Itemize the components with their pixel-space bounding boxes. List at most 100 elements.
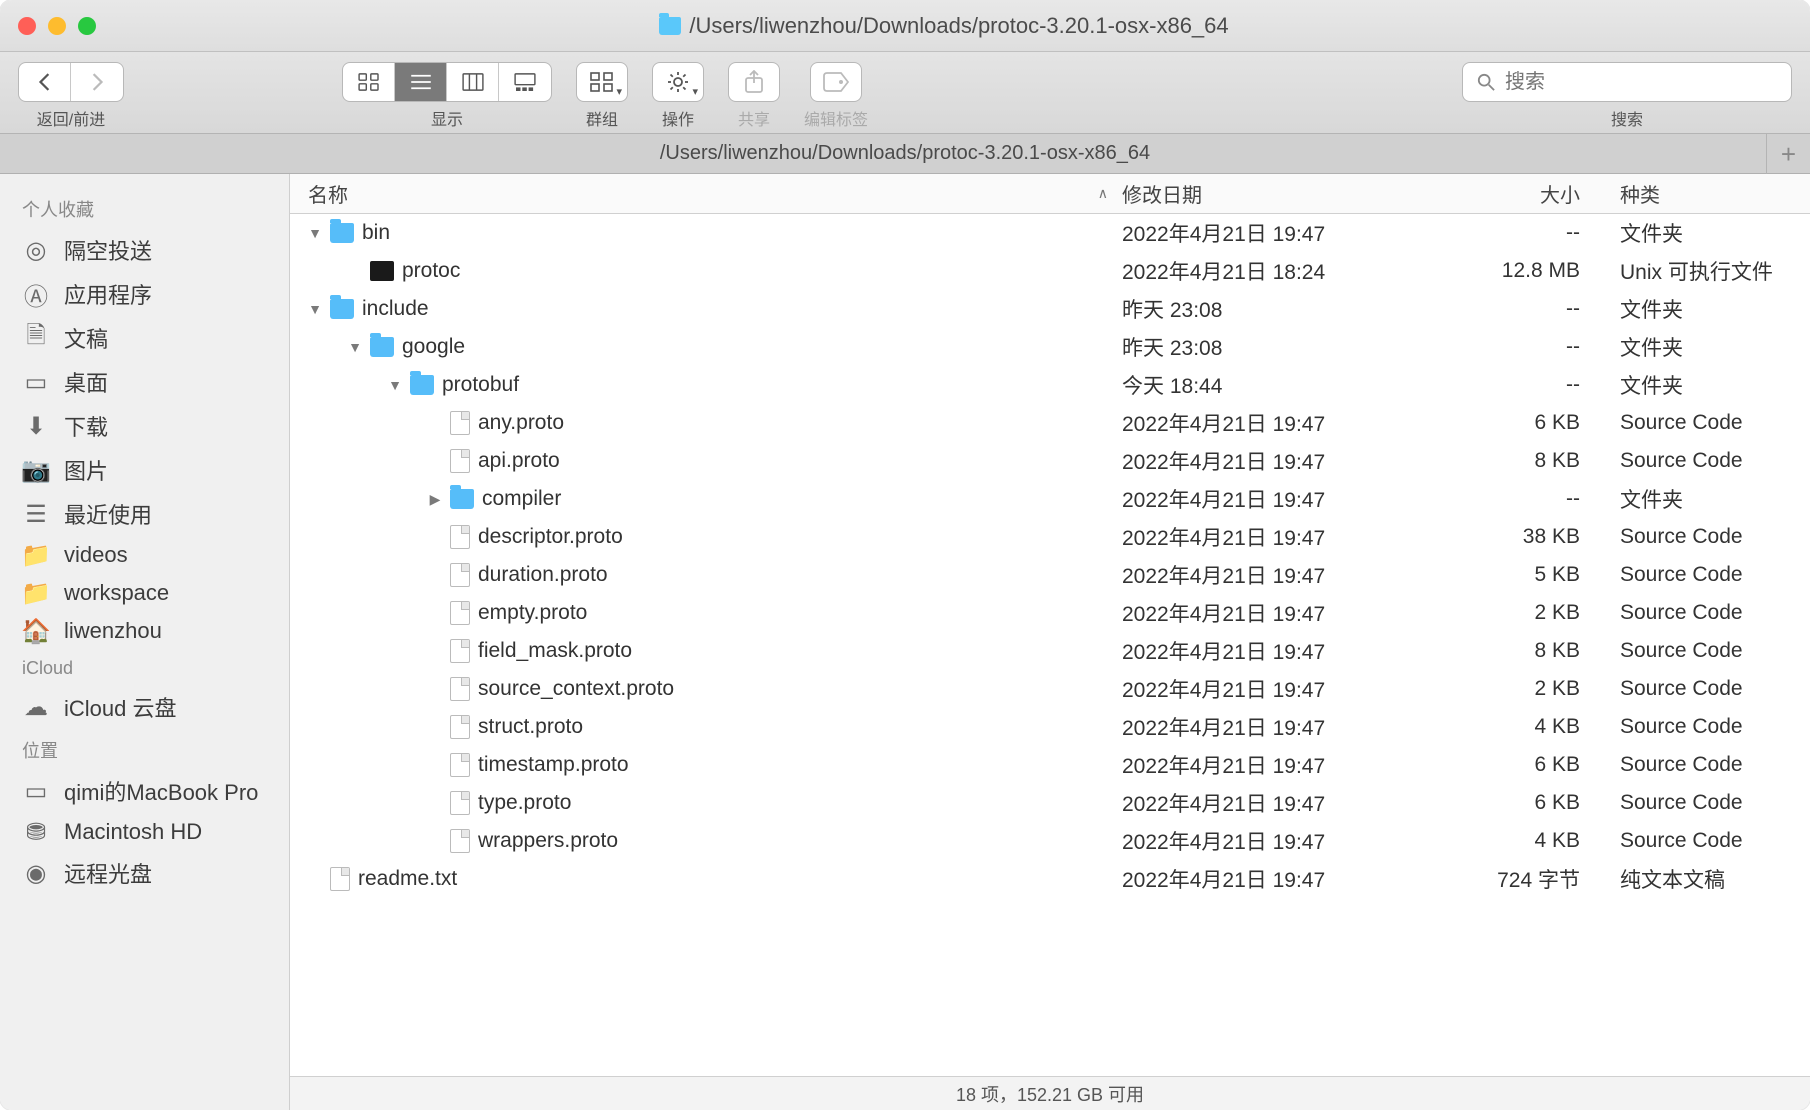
sidebar-item-label: 图片 [64, 454, 108, 486]
file-size: -- [1438, 297, 1606, 321]
file-list: 名称∧ 修改日期 大小 种类 ▼bin2022年4月21日 19:47--文件夹… [290, 174, 1810, 1110]
file-kind: Source Code [1606, 753, 1810, 777]
col-kind-header[interactable]: 种类 [1606, 179, 1810, 208]
sidebar-item-图片[interactable]: 📷图片 [0, 448, 289, 492]
gallery-view-button[interactable] [499, 63, 551, 101]
disclosure-triangle-icon[interactable]: ▼ [308, 225, 322, 241]
file-row[interactable]: protoc2022年4月21日 18:2412.8 MBUnix 可执行文件 [290, 252, 1810, 290]
file-row[interactable]: ▼bin2022年4月21日 19:47--文件夹 [290, 214, 1810, 252]
folder-icon [330, 299, 354, 319]
folder-icon [410, 375, 434, 395]
forward-button[interactable] [71, 63, 123, 101]
titlebar: /Users/liwenzhou/Downloads/protoc-3.20.1… [0, 0, 1810, 52]
list-view-button[interactable] [395, 63, 447, 101]
file-row[interactable]: readme.txt2022年4月21日 19:47724 字节纯文本文稿 [290, 860, 1810, 898]
group-button[interactable]: ▾ [576, 62, 628, 102]
share-button[interactable] [728, 62, 780, 102]
search-input[interactable] [1505, 71, 1777, 94]
sidebar-item-桌面[interactable]: ▭桌面 [0, 360, 289, 404]
sidebar-item-远程光盘[interactable]: ◉远程光盘 [0, 851, 289, 895]
file-icon [450, 791, 470, 815]
file-kind: Source Code [1606, 563, 1810, 587]
file-date: 2022年4月21日 19:47 [1122, 446, 1438, 476]
sidebar-item-label: 桌面 [64, 366, 108, 398]
file-row[interactable]: any.proto2022年4月21日 19:476 KBSource Code [290, 404, 1810, 442]
sidebar-item-最近使用[interactable]: ☰最近使用 [0, 492, 289, 536]
file-row[interactable]: ▼protobuf今天 18:44--文件夹 [290, 366, 1810, 404]
file-row[interactable]: wrappers.proto2022年4月21日 19:474 KBSource… [290, 822, 1810, 860]
tab-title[interactable]: /Users/liwenzhou/Downloads/protoc-3.20.1… [660, 142, 1150, 165]
sidebar-favorites-header: 个人收藏 [0, 188, 289, 228]
file-kind: Source Code [1606, 791, 1810, 815]
column-view-button[interactable] [447, 63, 499, 101]
sidebar-item-隔空投送[interactable]: ◎隔空投送 [0, 228, 289, 272]
file-name: wrappers.proto [478, 829, 618, 853]
file-size: 38 KB [1438, 525, 1606, 549]
file-icon [450, 829, 470, 853]
sidebar-item-liwenzhou[interactable]: 🏠liwenzhou [0, 612, 289, 650]
file-row[interactable]: api.proto2022年4月21日 19:478 KBSource Code [290, 442, 1810, 480]
file-row[interactable]: source_context.proto2022年4月21日 19:472 KB… [290, 670, 1810, 708]
file-date: 2022年4月21日 19:47 [1122, 484, 1438, 514]
sidebar-item-label: 应用程序 [64, 278, 152, 310]
file-row[interactable]: timestamp.proto2022年4月21日 19:476 KBSourc… [290, 746, 1810, 784]
file-row[interactable]: field_mask.proto2022年4月21日 19:478 KBSour… [290, 632, 1810, 670]
icon-view-button[interactable] [343, 63, 395, 101]
file-row[interactable]: empty.proto2022年4月21日 19:472 KBSource Co… [290, 594, 1810, 632]
file-name: type.proto [478, 791, 571, 815]
file-row[interactable]: ▼include昨天 23:08--文件夹 [290, 290, 1810, 328]
file-date: 2022年4月21日 19:47 [1122, 636, 1438, 666]
finder-window: /Users/liwenzhou/Downloads/protoc-3.20.1… [0, 0, 1810, 1110]
file-size: 724 字节 [1438, 864, 1606, 894]
nav-group: 返回/前进 [18, 62, 124, 130]
sidebar-item-应用程序[interactable]: Ⓐ应用程序 [0, 272, 289, 316]
zoom-button[interactable] [78, 17, 96, 35]
sidebar-item-macintosh-hd[interactable]: ⛃Macintosh HD [0, 813, 289, 851]
sidebar-item-workspace[interactable]: 📁workspace [0, 574, 289, 612]
sidebar-item-videos[interactable]: 📁videos [0, 536, 289, 574]
sidebar-item-label: 下载 [64, 410, 108, 442]
action-button[interactable]: ▾ [652, 62, 704, 102]
column-headers: 名称∧ 修改日期 大小 种类 [290, 174, 1810, 214]
tags-group: 编辑标签 [804, 62, 868, 130]
disclosure-triangle-icon[interactable]: ▼ [308, 301, 322, 317]
window-title: /Users/liwenzhou/Downloads/protoc-3.20.1… [96, 13, 1792, 39]
file-name: duration.proto [478, 563, 608, 587]
file-row[interactable]: ▶compiler2022年4月21日 19:47--文件夹 [290, 480, 1810, 518]
disclosure-triangle-icon[interactable]: ▼ [348, 339, 362, 355]
col-name-header[interactable]: 名称 [308, 179, 348, 208]
tags-button[interactable] [810, 62, 862, 102]
file-row[interactable]: descriptor.proto2022年4月21日 19:4738 KBSou… [290, 518, 1810, 556]
sidebar-item-文稿[interactable]: 🗎文稿 [0, 316, 289, 360]
file-size: 4 KB [1438, 715, 1606, 739]
disclosure-triangle-icon[interactable]: ▼ [388, 377, 402, 393]
file-name: field_mask.proto [478, 639, 632, 663]
search-field[interactable] [1462, 62, 1792, 102]
back-button[interactable] [19, 63, 71, 101]
file-icon [450, 601, 470, 625]
file-row[interactable]: struct.proto2022年4月21日 19:474 KBSource C… [290, 708, 1810, 746]
sidebar-item-label: workspace [64, 580, 169, 606]
file-size: 2 KB [1438, 601, 1606, 625]
minimize-button[interactable] [48, 17, 66, 35]
sidebar-item-icloud-云盘[interactable]: ☁iCloud 云盘 [0, 685, 289, 729]
disclosure-triangle-icon[interactable]: ▶ [428, 491, 442, 508]
col-date-header[interactable]: 修改日期 [1122, 179, 1438, 208]
downloads-icon: ⬇ [22, 414, 50, 438]
file-name: empty.proto [478, 601, 587, 625]
close-button[interactable] [18, 17, 36, 35]
new-tab-button[interactable]: + [1766, 134, 1810, 174]
file-row[interactable]: ▼google昨天 23:08--文件夹 [290, 328, 1810, 366]
file-kind: Source Code [1606, 601, 1810, 625]
file-kind: 文件夹 [1606, 218, 1810, 248]
sidebar-item-label: liwenzhou [64, 618, 162, 644]
sidebar-item-qimi的macbook-pro[interactable]: ▭qimi的MacBook Pro [0, 769, 289, 813]
file-size: 6 KB [1438, 411, 1606, 435]
file-date: 2022年4月21日 19:47 [1122, 218, 1438, 248]
file-row[interactable]: type.proto2022年4月21日 19:476 KBSource Cod… [290, 784, 1810, 822]
col-size-header[interactable]: 大小 [1438, 179, 1606, 208]
sidebar-item-下载[interactable]: ⬇ 下载 [0, 404, 289, 448]
file-size: 6 KB [1438, 791, 1606, 815]
file-row[interactable]: duration.proto2022年4月21日 19:475 KBSource… [290, 556, 1810, 594]
exec-icon [370, 261, 394, 281]
